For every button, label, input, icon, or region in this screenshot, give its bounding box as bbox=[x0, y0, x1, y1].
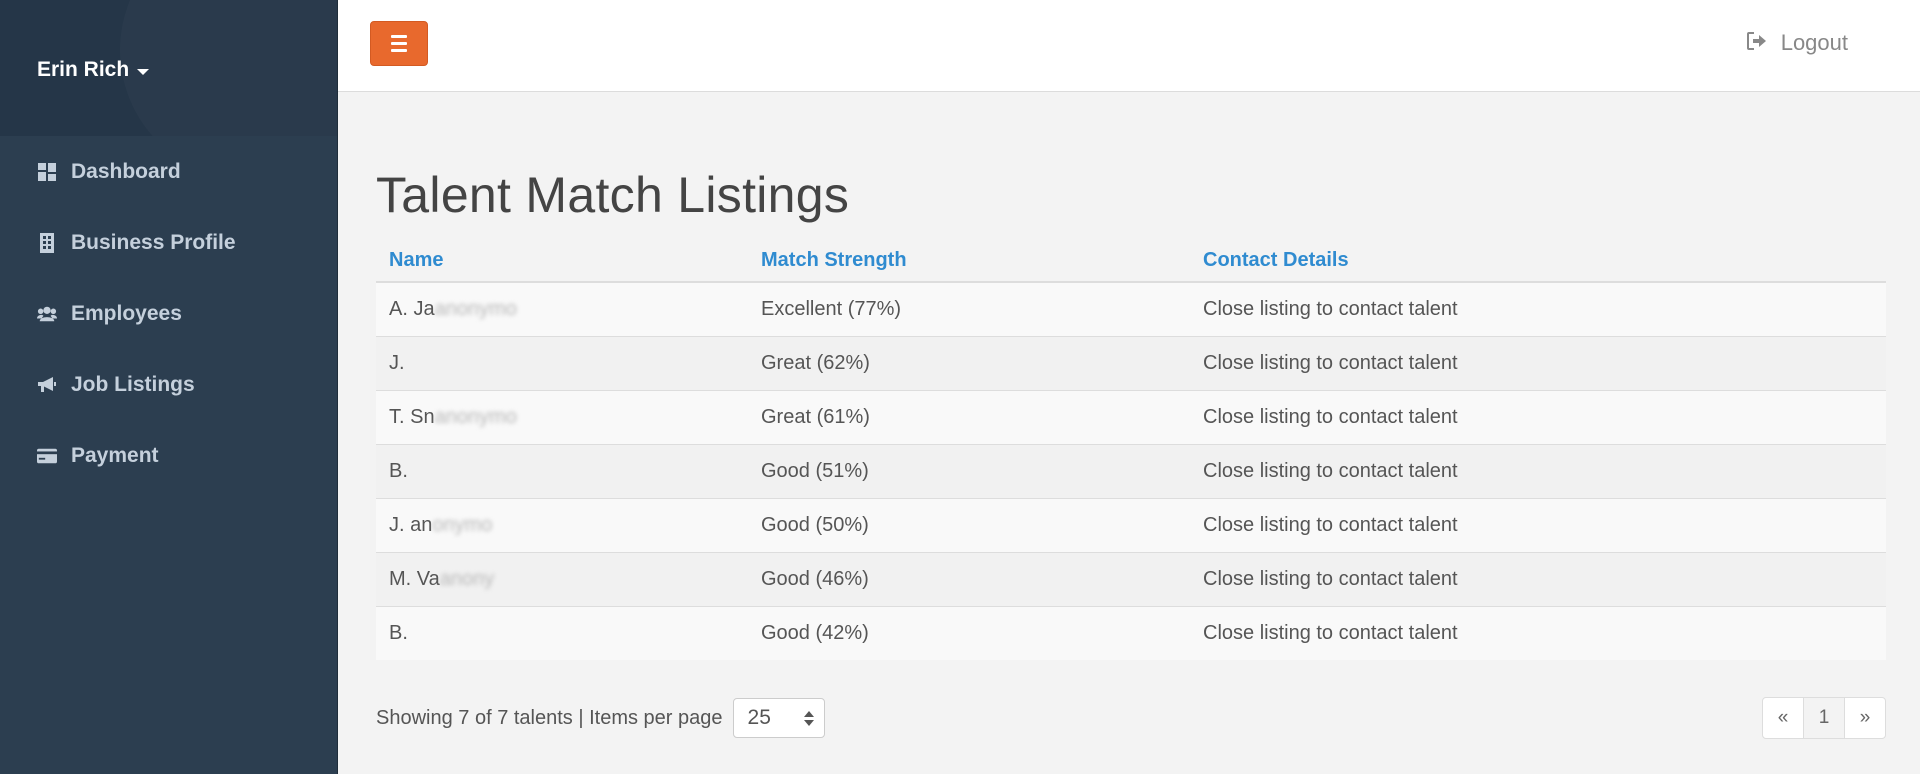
column-header-contact-details[interactable]: Contact Details bbox=[1190, 240, 1886, 283]
sidebar-item-employees[interactable]: Employees bbox=[0, 278, 337, 349]
talent-name: A. Ja bbox=[389, 297, 435, 320]
logout-label: Logout bbox=[1780, 30, 1848, 55]
menu-toggle-button[interactable] bbox=[370, 21, 428, 66]
talent-name-cell: B. bbox=[376, 443, 748, 498]
match-strength-cell: Good (51%) bbox=[748, 443, 1190, 498]
results-summary: Showing 7 of 7 talents | Items per page … bbox=[376, 697, 825, 739]
dashboard-icon bbox=[37, 162, 57, 182]
pagination-page-1[interactable]: 1 bbox=[1803, 697, 1845, 739]
talent-name: B. bbox=[389, 459, 408, 482]
hamburger-icon bbox=[391, 35, 407, 38]
hamburger-icon-line bbox=[391, 42, 407, 45]
sidebar-item-dashboard[interactable]: Dashboard bbox=[0, 136, 337, 207]
pagination: « 1 » bbox=[1762, 697, 1886, 739]
column-header-name[interactable]: Name bbox=[376, 240, 748, 283]
contact-details-cell: Close listing to contact talent bbox=[1190, 443, 1886, 498]
sidebar-header-decoration bbox=[120, 0, 337, 136]
talent-name: J. bbox=[389, 351, 405, 374]
sidebar: Erin Rich Dashboard Business Profile Emp… bbox=[0, 0, 338, 774]
sign-out-icon bbox=[1746, 30, 1767, 56]
user-name: Erin Rich bbox=[37, 58, 130, 81]
contact-details-cell: Close listing to contact talent bbox=[1190, 551, 1886, 606]
sidebar-item-label: Dashboard bbox=[71, 159, 181, 183]
top-bar: Logout bbox=[338, 0, 1920, 92]
redacted-name: onymo bbox=[432, 513, 493, 536]
sidebar-item-label: Employees bbox=[71, 301, 182, 325]
talent-name-cell: J. bbox=[376, 335, 748, 390]
talent-name: M. Va bbox=[389, 567, 440, 590]
page-title: Talent Match Listings bbox=[376, 167, 850, 223]
sidebar-item-job-listings[interactable]: Job Listings bbox=[0, 349, 337, 420]
match-strength-cell: Excellent (77%) bbox=[748, 281, 1190, 336]
arrow-down-icon bbox=[803, 719, 814, 726]
redacted-name: anony bbox=[439, 567, 495, 590]
table-row: T. Snanonymo Great (61%) Close listing t… bbox=[376, 389, 1886, 444]
talent-name-cell: B. bbox=[376, 605, 748, 660]
sidebar-item-label: Business Profile bbox=[71, 230, 236, 254]
contact-details-cell: Close listing to contact talent bbox=[1190, 281, 1886, 336]
redacted-name: anonymo bbox=[434, 297, 517, 320]
redacted-name: anonymo bbox=[434, 405, 517, 428]
credit-card-icon bbox=[37, 446, 57, 466]
talent-name: B. bbox=[389, 621, 408, 644]
match-strength-cell: Good (50%) bbox=[748, 497, 1190, 552]
talent-name-cell: T. Snanonymo bbox=[376, 389, 748, 444]
table-row: J. Great (62%) Close listing to contact … bbox=[376, 335, 1886, 390]
items-per-page-value: 25 bbox=[747, 706, 771, 729]
building-icon bbox=[37, 232, 57, 253]
table-footer: Showing 7 of 7 talents | Items per page … bbox=[376, 697, 1886, 739]
showing-text: Showing 7 of 7 talents | Items per page bbox=[376, 706, 723, 729]
table-row: B. Good (51%) Close listing to contact t… bbox=[376, 443, 1886, 498]
sidebar-item-label: Payment bbox=[71, 443, 159, 467]
sidebar-header: Erin Rich bbox=[0, 0, 337, 136]
hamburger-icon-line bbox=[391, 49, 407, 52]
contact-details-cell: Close listing to contact talent bbox=[1190, 335, 1886, 390]
contact-details-cell: Close listing to contact talent bbox=[1190, 605, 1886, 660]
match-strength-cell: Great (61%) bbox=[748, 389, 1190, 444]
chevron-down-icon bbox=[137, 68, 150, 75]
items-per-page-select[interactable]: 25 bbox=[732, 698, 825, 738]
users-icon bbox=[37, 304, 57, 324]
table-row: B. Good (42%) Close listing to contact t… bbox=[376, 605, 1886, 660]
arrow-up-icon bbox=[803, 710, 814, 717]
user-menu-dropdown[interactable]: Erin Rich bbox=[37, 58, 150, 82]
sidebar-item-payment[interactable]: Payment bbox=[0, 420, 337, 491]
talent-name-cell: M. Vaanony bbox=[376, 551, 748, 606]
talent-name-cell: J. anonymo bbox=[376, 497, 748, 552]
sidebar-item-business-profile[interactable]: Business Profile bbox=[0, 207, 337, 278]
select-arrows-icon bbox=[803, 710, 814, 726]
talent-name: T. Sn bbox=[389, 405, 435, 428]
talent-name-cell: A. Jaanonymo bbox=[376, 281, 748, 336]
table-row: J. anonymo Good (50%) Close listing to c… bbox=[376, 497, 1886, 552]
contact-details-cell: Close listing to contact talent bbox=[1190, 389, 1886, 444]
table-row: A. Jaanonymo Excellent (77%) Close listi… bbox=[376, 281, 1886, 336]
table-header-row: Name Match Strength Contact Details bbox=[376, 240, 1886, 283]
match-strength-cell: Good (42%) bbox=[748, 605, 1190, 660]
sidebar-nav: Dashboard Business Profile Employees Job… bbox=[0, 136, 337, 491]
contact-details-cell: Close listing to contact talent bbox=[1190, 497, 1886, 552]
sidebar-item-label: Job Listings bbox=[71, 372, 195, 396]
logout-button[interactable]: Logout bbox=[1746, 30, 1848, 56]
megaphone-icon bbox=[37, 375, 57, 395]
table-row: M. Vaanony Good (46%) Close listing to c… bbox=[376, 551, 1886, 606]
column-header-match-strength[interactable]: Match Strength bbox=[748, 240, 1190, 283]
match-strength-cell: Great (62%) bbox=[748, 335, 1190, 390]
match-strength-cell: Good (46%) bbox=[748, 551, 1190, 606]
talent-name: J. an bbox=[389, 513, 433, 536]
pagination-prev-button[interactable]: « bbox=[1762, 697, 1804, 739]
pagination-next-button[interactable]: » bbox=[1844, 697, 1886, 739]
talent-table: Name Match Strength Contact Details A. J… bbox=[376, 240, 1886, 660]
